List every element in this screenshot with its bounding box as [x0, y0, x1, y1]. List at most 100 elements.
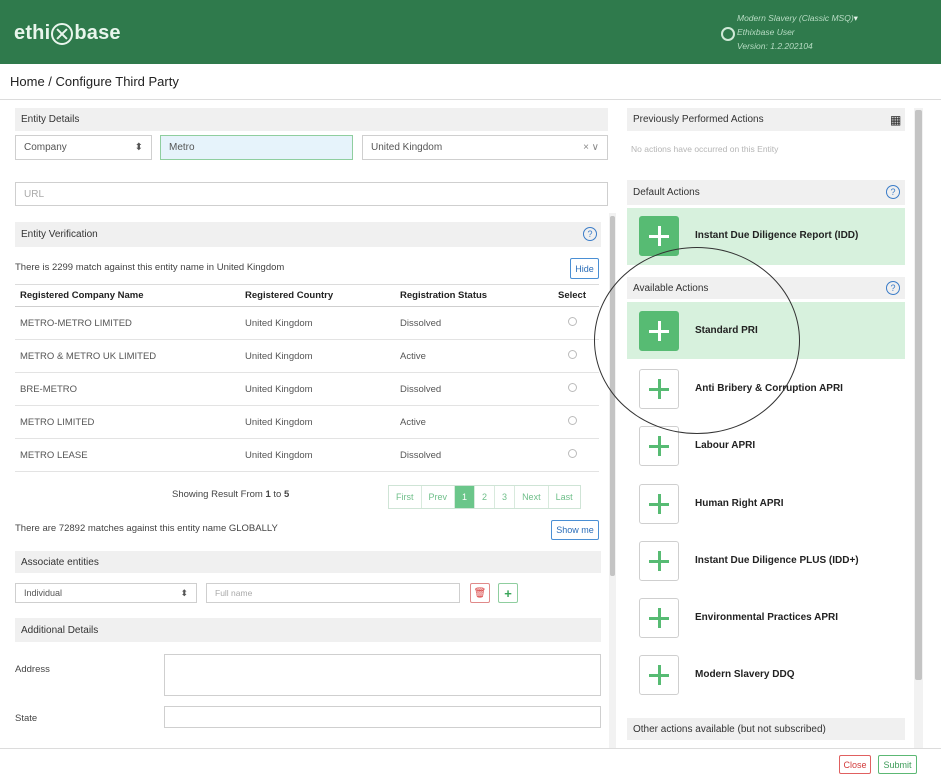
available-action-idd-plus[interactable]: Instant Due Diligence PLUS (IDD+): [627, 533, 905, 589]
page-prev[interactable]: Prev: [422, 486, 456, 508]
logo-text-right: base: [74, 22, 121, 44]
add-icon: [639, 598, 679, 638]
page-1[interactable]: 1: [455, 486, 476, 508]
col-company-name: Registered Company Name: [15, 284, 240, 307]
grid-icon[interactable]: ▦: [890, 113, 901, 127]
default-actions-header: Default Actions: [627, 180, 905, 205]
previous-actions-empty: No actions have occurred on this Entity: [631, 144, 779, 154]
entity-name-input[interactable]: Metro: [160, 135, 353, 160]
global-match-text: There are 72892 matches against this ent…: [15, 523, 278, 534]
hide-button[interactable]: Hide: [570, 258, 599, 279]
left-scrollbar-thumb[interactable]: [610, 216, 615, 576]
show-me-button[interactable]: Show me: [551, 520, 599, 540]
address-label: Address: [15, 664, 50, 675]
entity-details-title: Entity Details: [21, 114, 80, 125]
select-arrows-icon: ⬍: [180, 587, 188, 598]
page-last[interactable]: Last: [549, 486, 580, 508]
entity-verification-title: Entity Verification: [21, 229, 98, 240]
close-button[interactable]: Close: [839, 755, 871, 774]
page-first[interactable]: First: [389, 486, 422, 508]
page-next[interactable]: Next: [515, 486, 549, 508]
select-cell: [545, 339, 599, 373]
table-row[interactable]: METRO & METRO UK LIMITED United Kingdom …: [15, 339, 599, 373]
add-icon: [639, 216, 679, 256]
help-icon[interactable]: ?: [583, 227, 597, 241]
address-input[interactable]: [164, 654, 601, 696]
add-icon: [639, 311, 679, 351]
select-cell: [545, 405, 599, 439]
footer-bar: [0, 748, 941, 784]
registered-companies-table: Registered Company Name Registered Count…: [15, 284, 599, 472]
available-action-abc-apri[interactable]: Anti Bribery & Corruption APRI: [627, 361, 905, 417]
associate-type-value: Individual: [24, 588, 63, 598]
ethixbase-logo[interactable]: ethi base: [14, 22, 121, 45]
action-label: Modern Slavery DDQ: [695, 669, 795, 680]
country-select[interactable]: United Kingdom × ∨: [362, 135, 608, 160]
user-menu[interactable]: Modern Slavery (Classic MSQ)▾ Ethixbase …: [721, 11, 907, 53]
help-icon[interactable]: ?: [886, 281, 900, 295]
table-row[interactable]: METRO LIMITED United Kingdom Active: [15, 405, 599, 439]
country-cell: United Kingdom: [240, 438, 395, 472]
right-scrollbar-thumb[interactable]: [915, 110, 922, 680]
table-row[interactable]: BRE-METRO United Kingdom Dissolved: [15, 372, 599, 406]
add-icon: [639, 655, 679, 695]
other-actions-header: Other actions available (but not subscri…: [627, 718, 905, 740]
select-radio[interactable]: [567, 383, 577, 392]
country-cell: United Kingdom: [240, 339, 395, 373]
status-cell: Dissolved: [395, 372, 545, 406]
table-row[interactable]: METRO-METRO LIMITED United Kingdom Disso…: [15, 306, 599, 340]
page-2[interactable]: 2: [475, 486, 496, 508]
help-icon[interactable]: ?: [886, 185, 900, 199]
clear-chevron-icon[interactable]: × ∨: [583, 142, 599, 153]
associate-entities-title: Associate entities: [21, 556, 99, 568]
logo-x-icon: [51, 22, 74, 45]
entity-type-select[interactable]: Company ⬍: [15, 135, 152, 160]
available-action-standard-pri[interactable]: Standard PRI: [627, 302, 905, 359]
col-select: Select: [545, 284, 599, 307]
product-name: Modern Slavery (Classic MSQ): [737, 13, 854, 23]
delete-associate-button[interactable]: 🗑: [470, 583, 490, 603]
available-action-modern-slavery-ddq[interactable]: Modern Slavery DDQ: [627, 647, 905, 703]
select-radio[interactable]: [567, 449, 577, 458]
full-name-input[interactable]: Full name: [206, 583, 460, 603]
add-icon: [639, 369, 679, 409]
page-3[interactable]: 3: [495, 486, 516, 508]
add-associate-button[interactable]: +: [498, 583, 518, 603]
state-label: State: [15, 713, 38, 724]
top-bar: ethi base Modern Slavery (Classic MSQ)▾ …: [0, 0, 941, 64]
country-value: United Kingdom: [371, 142, 443, 153]
col-status: Registration Status: [395, 284, 545, 307]
select-radio[interactable]: [567, 416, 577, 425]
company-name-cell: METRO LEASE: [15, 438, 240, 472]
default-action-idd[interactable]: Instant Due Diligence Report (IDD): [627, 208, 905, 265]
status-cell: Dissolved: [395, 306, 545, 340]
associate-type-select[interactable]: Individual ⬍: [15, 583, 197, 603]
action-label: Instant Due Diligence PLUS (IDD+): [695, 555, 859, 566]
breadcrumb: Home / Configure Third Party: [10, 74, 179, 89]
action-label: Labour APRI: [695, 440, 756, 451]
action-label: Standard PRI: [695, 325, 758, 336]
available-action-environmental-apri[interactable]: Environmental Practices APRI: [627, 590, 905, 646]
available-action-labour-apri[interactable]: Labour APRI: [627, 418, 905, 474]
action-label: Instant Due Diligence Report (IDD): [695, 230, 859, 241]
select-radio[interactable]: [567, 350, 577, 359]
available-action-human-right-apri[interactable]: Human Right APRI: [627, 476, 905, 532]
user-name: Ethixbase User: [737, 27, 795, 37]
company-name-cell: METRO LIMITED: [15, 405, 240, 439]
previous-actions-title: Previously Performed Actions: [633, 114, 764, 125]
associate-entities-header: Associate entities: [15, 551, 601, 573]
table-header-row: Registered Company Name Registered Count…: [15, 284, 599, 307]
add-icon: [639, 541, 679, 581]
select-cell: [545, 372, 599, 406]
company-name-cell: METRO-METRO LIMITED: [15, 306, 240, 340]
select-arrows-icon: ⬍: [134, 142, 143, 153]
table-row[interactable]: METRO LEASE United Kingdom Dissolved: [15, 438, 599, 472]
submit-button[interactable]: Submit: [878, 755, 917, 774]
status-cell: Dissolved: [395, 438, 545, 472]
status-cell: Active: [395, 339, 545, 373]
match-count-text: There is 2299 match against this entity …: [15, 262, 285, 273]
state-input[interactable]: [164, 706, 601, 728]
company-name-cell: METRO & METRO UK LIMITED: [15, 339, 240, 373]
select-radio[interactable]: [567, 317, 577, 326]
url-input[interactable]: URL: [15, 182, 608, 206]
